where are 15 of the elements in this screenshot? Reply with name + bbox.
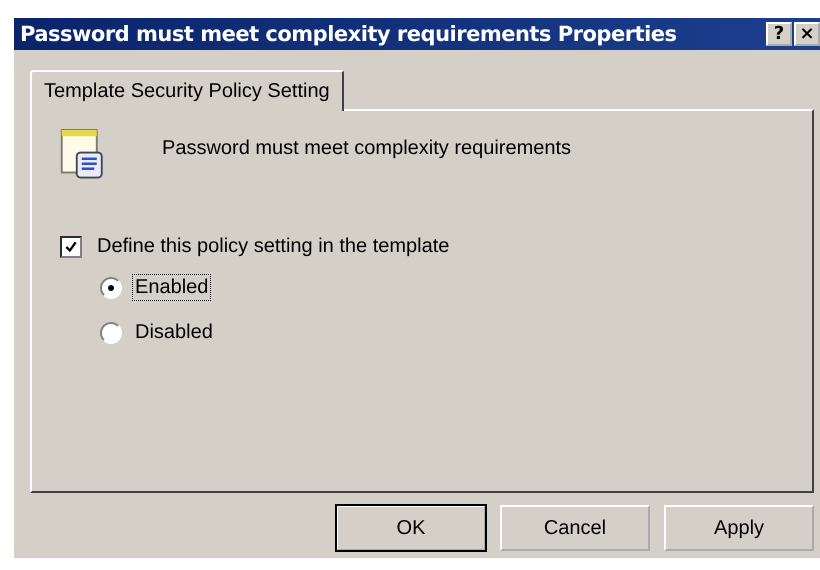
close-button[interactable]: × bbox=[794, 22, 820, 46]
radio-button[interactable] bbox=[100, 276, 122, 298]
policy-name: Password must meet complexity requirements bbox=[162, 137, 572, 160]
check-icon bbox=[64, 240, 78, 254]
dialog-button[interactable]: OK bbox=[336, 505, 486, 551]
checkbox[interactable] bbox=[60, 236, 82, 258]
dialog-button[interactable]: Cancel bbox=[500, 505, 650, 551]
radio-label: Enabled bbox=[132, 274, 212, 301]
window-title: Password must meet complexity requirements Properties bbox=[20, 22, 677, 46]
tab[interactable]: Template Security Policy Setting bbox=[30, 70, 344, 111]
help-button[interactable]: ? bbox=[766, 22, 792, 46]
checkbox-label: Define this policy setting in the template bbox=[96, 234, 450, 259]
radio-label: Disabled bbox=[134, 320, 214, 345]
radio-button[interactable] bbox=[100, 322, 122, 344]
dialog-button[interactable]: Apply bbox=[664, 505, 814, 551]
